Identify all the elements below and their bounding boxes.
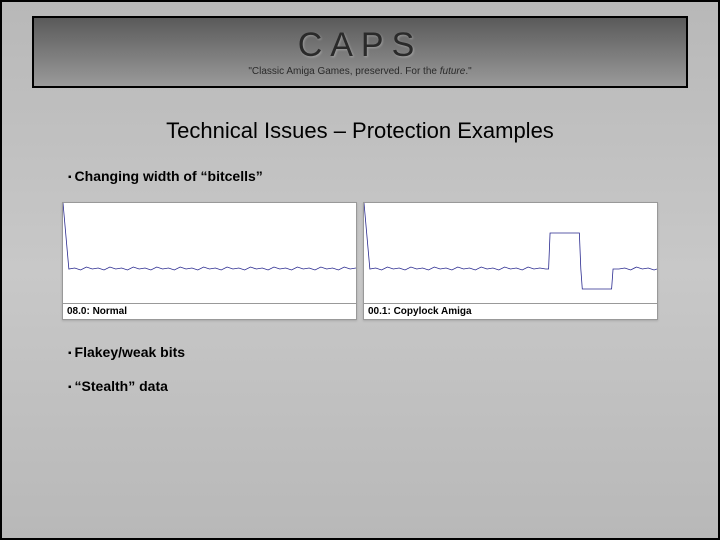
chart-normal: 08.0: Normal (62, 202, 357, 320)
tagline-suffix: ." (465, 66, 471, 77)
tagline-prefix: "Classic Amiga Games, preserved. For the (248, 66, 439, 77)
logo-text: CAPS (248, 28, 471, 62)
slide-content: Technical Issues – Protection Examples C… (2, 88, 718, 394)
chart-copylock-body (364, 203, 657, 303)
chart-copylock-svg (364, 203, 657, 303)
bullet-2: Flakey/weak bits (68, 344, 658, 360)
chart-normal-label: 08.0: Normal (63, 303, 356, 319)
slide-title: Technical Issues – Protection Examples (62, 118, 658, 144)
chart-copylock: 00.1: Copylock Amiga (363, 202, 658, 320)
tagline-emph: future (440, 66, 466, 77)
chart-row: 08.0: Normal 00.1: Copylock Amiga (62, 202, 658, 320)
tagline: "Classic Amiga Games, preserved. For the… (248, 66, 471, 77)
bullet-1: Changing width of “bitcells” (68, 168, 658, 184)
chart-normal-svg (63, 203, 356, 303)
bullet-3: “Stealth” data (68, 378, 658, 394)
header-inner: CAPS "Classic Amiga Games, preserved. Fo… (248, 28, 471, 77)
chart-copylock-label: 00.1: Copylock Amiga (364, 303, 657, 319)
header-banner: CAPS "Classic Amiga Games, preserved. Fo… (32, 16, 688, 88)
chart-normal-body (63, 203, 356, 303)
